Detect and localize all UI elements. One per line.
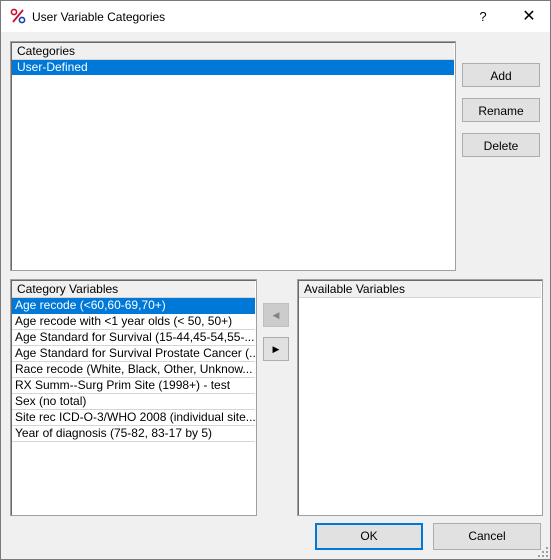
percent-variables-icon [10,8,26,24]
dialog-title: User Variable Categories [32,10,166,24]
left-arrow-icon: ◀ [272,310,280,320]
delete-button[interactable]: Delete [462,133,540,157]
close-button[interactable]: ✕ [509,1,549,32]
list-item[interactable]: Age Standard for Survival Prostate Cance… [12,346,255,362]
user-variable-categories-dialog: User Variable Categories ? ✕ Categories … [0,0,551,560]
list-item[interactable]: Race recode (White, Black, Other, Unknow… [12,362,255,378]
category-item-user-defined[interactable]: User-Defined [12,60,454,75]
list-item[interactable]: Sex (no total) [12,394,255,410]
list-item[interactable]: Site rec ICD-O-3/WHO 2008 (individual si… [12,410,255,426]
rename-button[interactable]: Rename [462,98,540,122]
category-variables-header: Category Variables [12,281,255,298]
cancel-button[interactable]: Cancel [433,523,541,550]
help-button[interactable]: ? [467,1,499,32]
list-item[interactable]: RX Summ--Surg Prim Site (1998+) - test [12,378,255,394]
add-button[interactable]: Add [462,63,540,87]
available-variables-list[interactable]: Available Variables [297,279,543,516]
resize-grip-icon[interactable] [538,547,548,557]
move-left-button[interactable]: ◀ [263,303,289,327]
title-bar[interactable]: User Variable Categories ? ✕ [1,1,550,32]
categories-list[interactable]: Categories User-Defined [10,41,456,271]
categories-header: Categories [12,43,454,60]
right-arrow-icon: ▶ [272,344,280,354]
category-variables-list[interactable]: Category Variables Age recode (<60,60-69… [10,279,257,516]
list-item[interactable]: Age Standard for Survival (15-44,45-54,5… [12,330,255,346]
ok-button[interactable]: OK [315,523,423,550]
move-right-button[interactable]: ▶ [263,337,289,361]
available-variables-header: Available Variables [299,281,541,298]
list-item[interactable]: Age recode with <1 year olds (< 50, 50+) [12,314,255,330]
list-item[interactable]: Year of diagnosis (75-82, 83-17 by 5) [12,426,255,442]
list-item[interactable]: Age recode (<60,60-69,70+) [12,298,255,314]
